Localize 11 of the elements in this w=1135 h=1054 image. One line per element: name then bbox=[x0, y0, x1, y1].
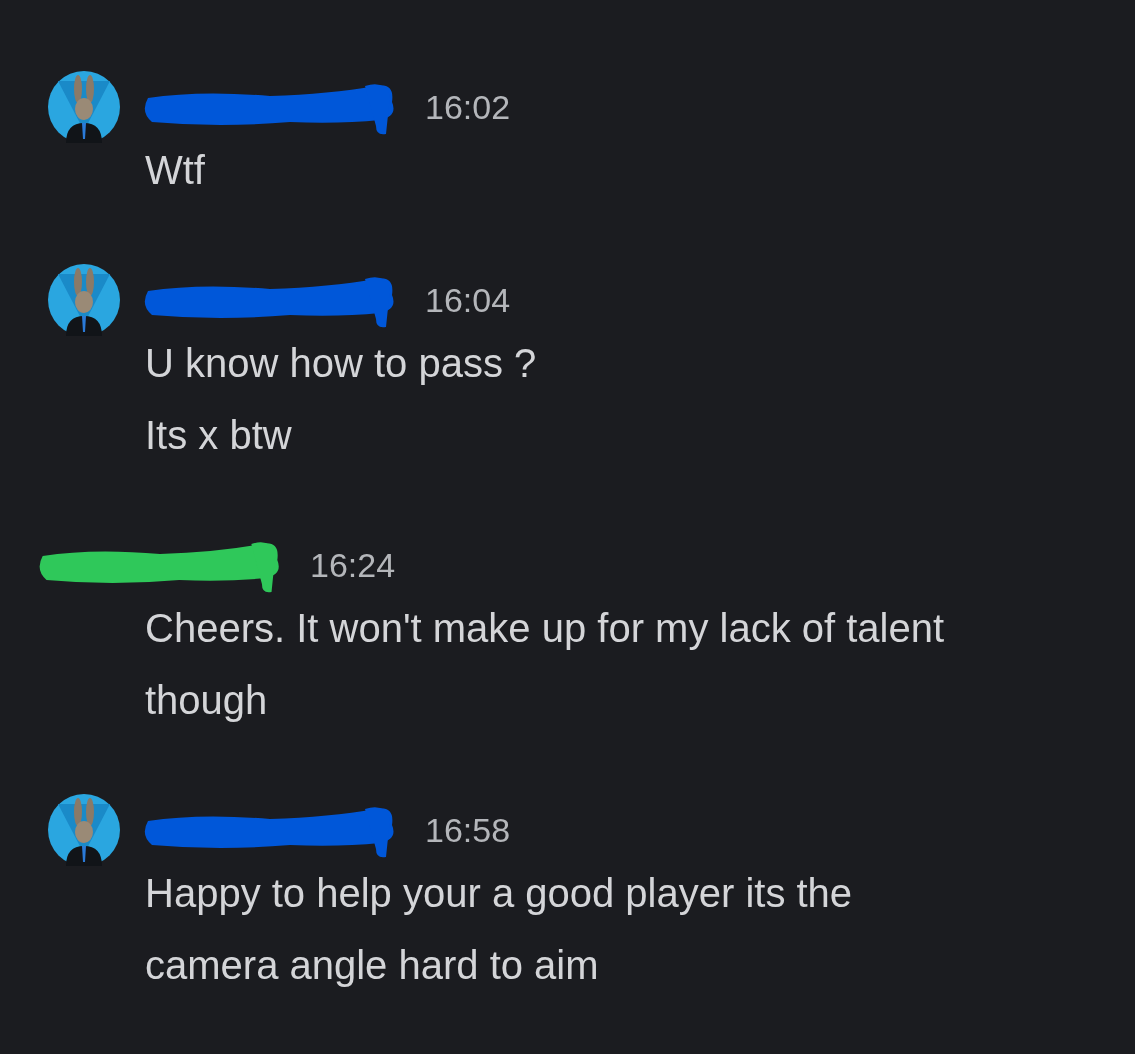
message-text: Happy to help your a good player its the bbox=[145, 870, 853, 917]
message-text: though bbox=[145, 677, 268, 724]
message-text: Its x btw bbox=[145, 412, 292, 459]
message-time: 16:04 bbox=[425, 279, 511, 321]
message-time: 16:02 bbox=[425, 86, 511, 128]
message-time: 16:24 bbox=[310, 544, 396, 586]
message-text: camera angle hard to aim bbox=[145, 942, 599, 989]
message-time: 16:58 bbox=[425, 809, 511, 851]
message-text: Cheers. It won't make up for my lack of talent bbox=[145, 605, 945, 652]
message-text: Wtf bbox=[145, 147, 205, 194]
message-text: U know how to pass ? bbox=[145, 340, 537, 387]
